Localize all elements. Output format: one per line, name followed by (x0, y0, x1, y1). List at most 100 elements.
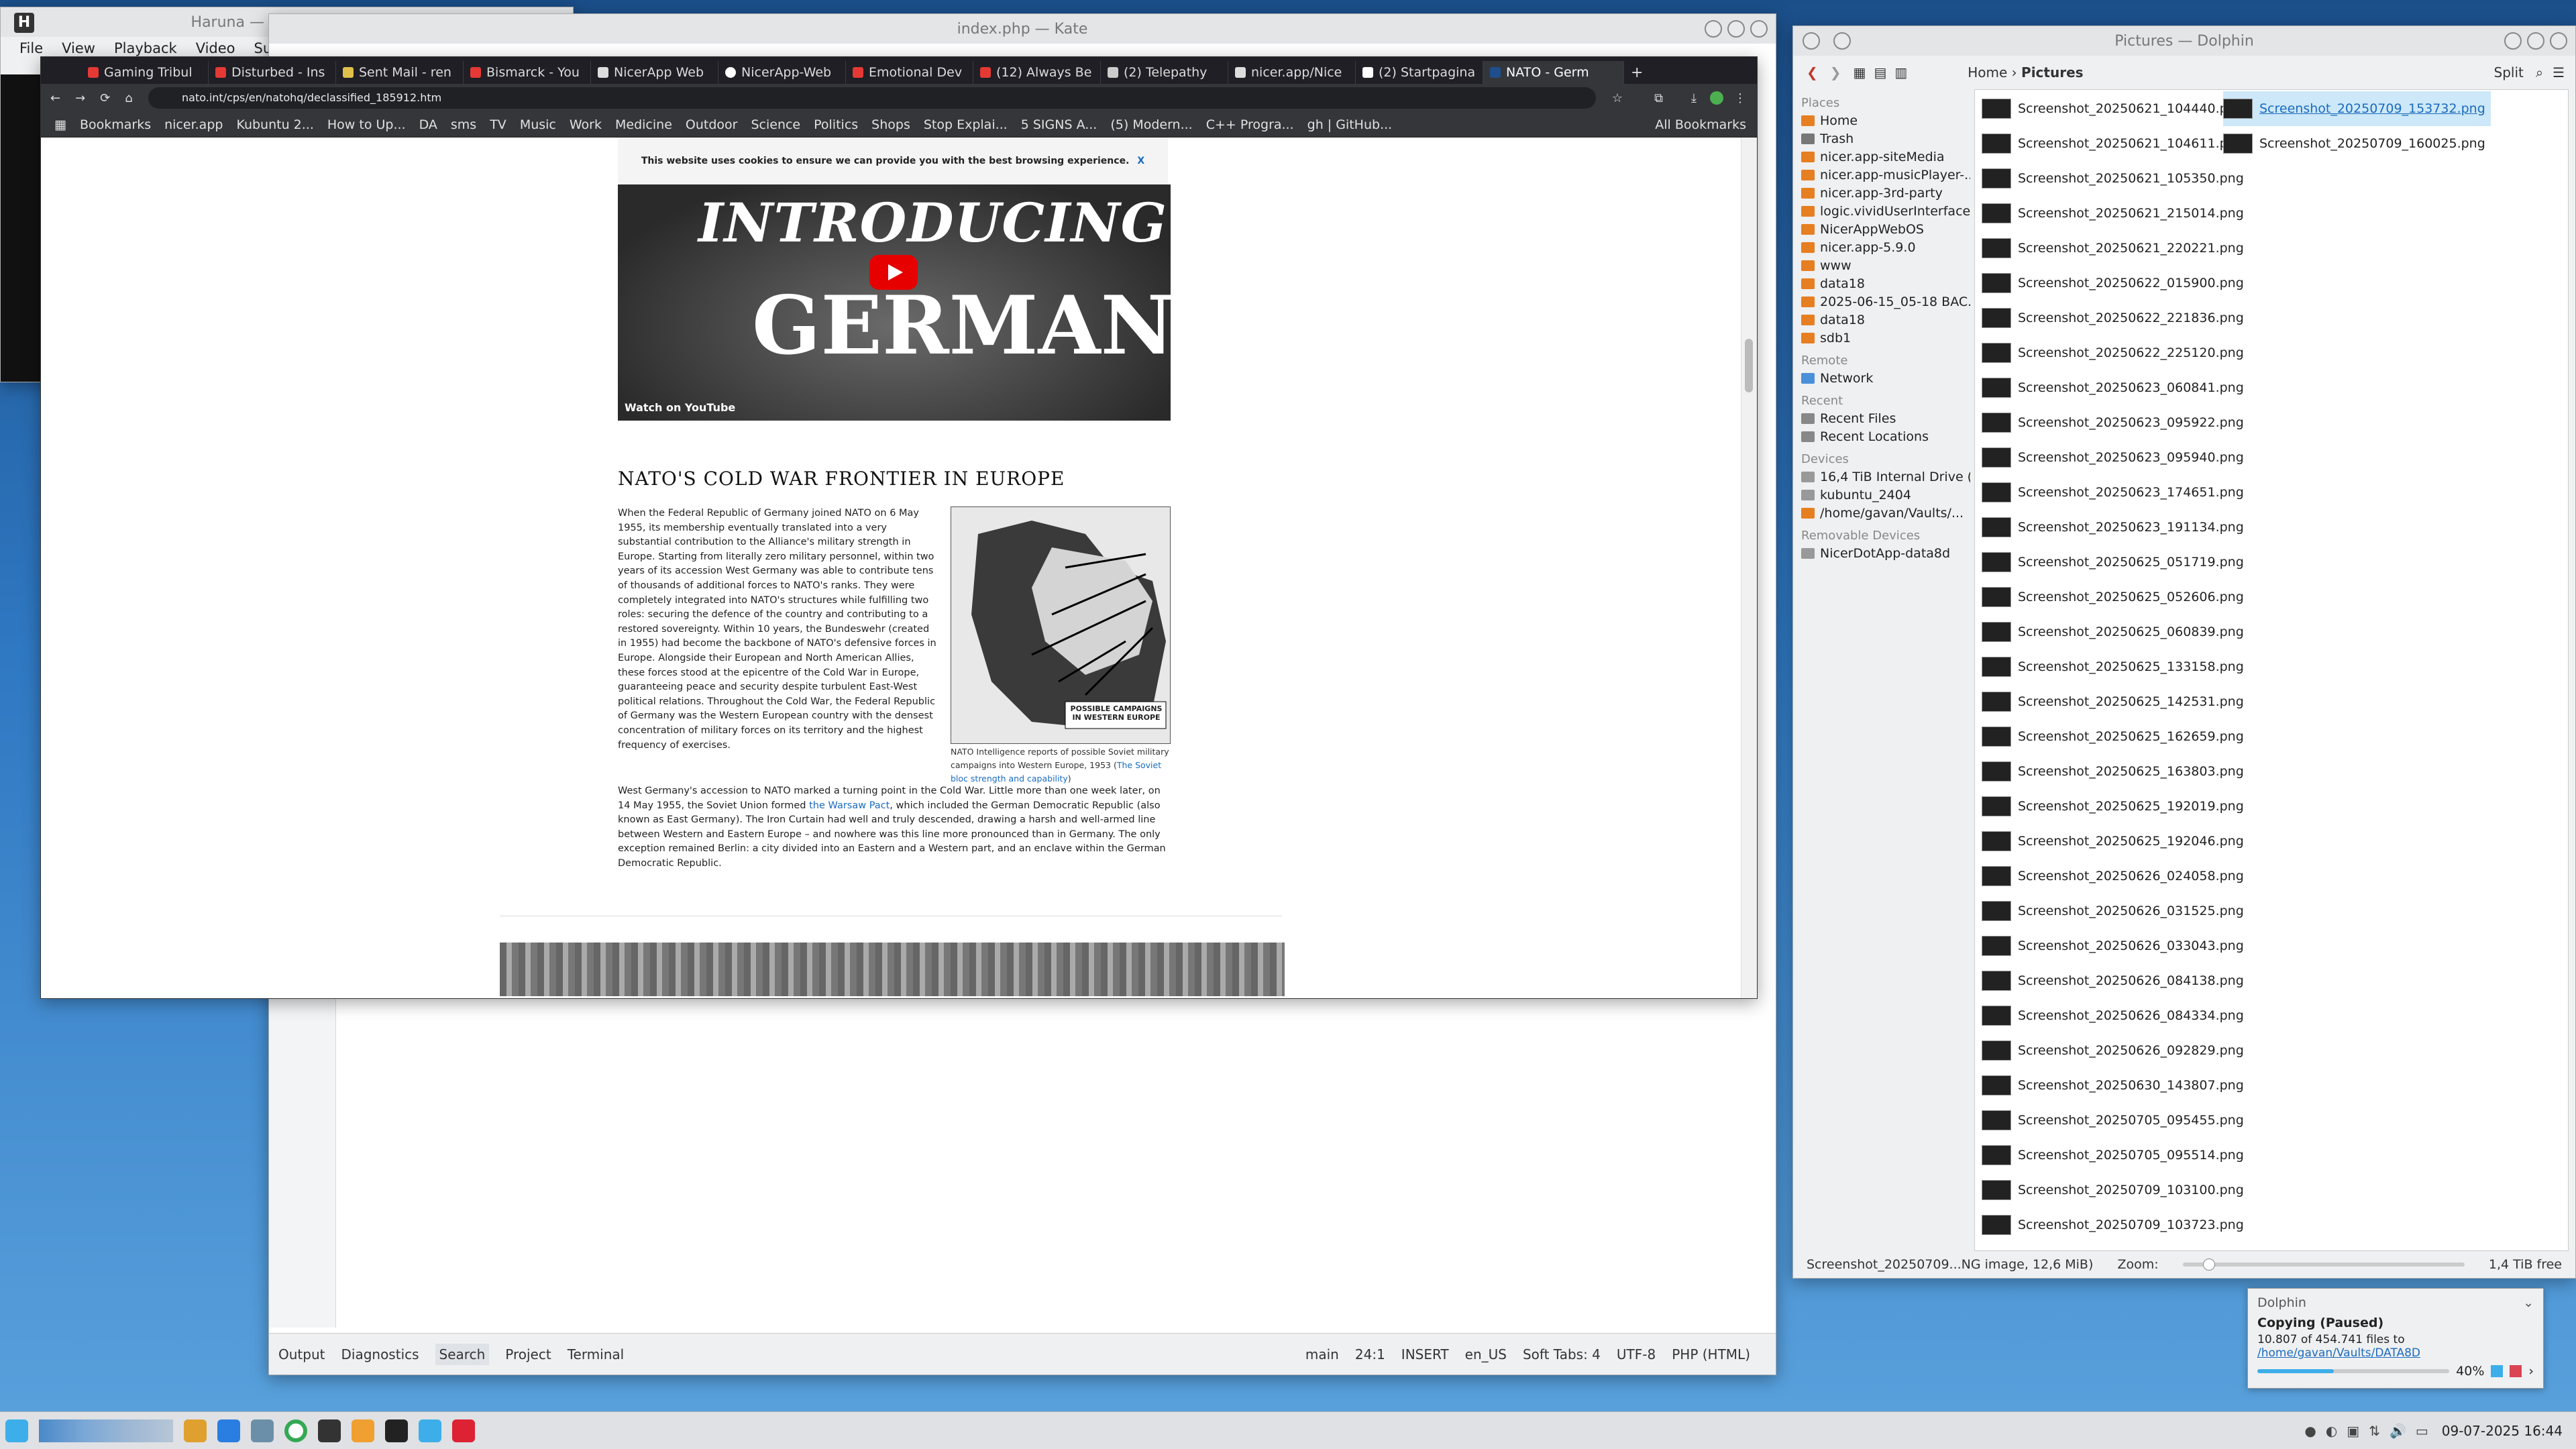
resume-icon[interactable] (2491, 1365, 2504, 1377)
menu-icon[interactable]: ⋮ (1734, 91, 1746, 105)
bookmark-item[interactable]: (5) Modern... (1110, 117, 1192, 132)
place-item[interactable]: www (1793, 256, 1970, 274)
place-item[interactable]: NicerAppWebOS (1793, 220, 1970, 238)
encoding[interactable]: UTF-8 (1617, 1346, 1656, 1362)
network-icon[interactable]: ⇅ (2369, 1423, 2380, 1439)
close-button[interactable] (2550, 32, 2567, 50)
back-icon[interactable]: ❮ (1807, 64, 1818, 80)
bookmark-folder[interactable]: TV (490, 117, 506, 132)
file-item[interactable]: Screenshot_20250626_092829.png (1982, 1033, 2244, 1068)
zoom-slider[interactable] (2182, 1258, 2465, 1271)
device-item[interactable]: 16,4 TiB Internal Drive (... (1793, 468, 1970, 486)
youtube-embed[interactable]: INTRODUCING GERMANY Watch on YouTube (618, 184, 1232, 421)
file-item[interactable]: Screenshot_20250625_142531.png (1982, 684, 2244, 719)
place-recent-locations[interactable]: Recent Locations (1793, 427, 1970, 445)
volume-icon[interactable]: 🔊 (2390, 1423, 2406, 1439)
file-item[interactable]: Screenshot_20250709_103100.png (1982, 1173, 2244, 1208)
collapse-icon[interactable]: ⌄ (2523, 1295, 2534, 1310)
extensions-icon[interactable]: ⧉ (1654, 91, 1663, 105)
file-item[interactable]: Screenshot_20250621_220221.png (1982, 231, 2244, 266)
syntax-mode[interactable]: PHP (HTML) (1672, 1346, 1750, 1362)
file-item[interactable]: Screenshot_20250625_051719.png (1982, 545, 2244, 580)
input-mode[interactable]: INSERT (1401, 1346, 1449, 1362)
pin-button[interactable] (1833, 32, 1851, 50)
forward-icon[interactable]: ❯ (1830, 64, 1841, 80)
back-icon[interactable]: ← (50, 91, 60, 105)
cursor-position[interactable]: 24:1 (1355, 1346, 1385, 1362)
watch-on-youtube[interactable]: Watch on YouTube (625, 401, 735, 414)
bookmark-folder[interactable]: Work (570, 117, 602, 132)
download-icon[interactable]: ⤓ (1691, 91, 1697, 105)
details-view-icon[interactable]: ▥ (1894, 64, 1907, 80)
breadcrumb-current[interactable]: Pictures (2021, 64, 2084, 80)
forward-icon[interactable]: → (75, 91, 85, 105)
file-item[interactable]: Screenshot_20250625_162659.png (1982, 719, 2244, 754)
file-item-selected[interactable]: Screenshot_20250709_153732.png (2223, 91, 2491, 126)
window-menu-button[interactable] (1803, 32, 1820, 50)
removable-item[interactable]: NicerDotApp-data8d (1793, 544, 1970, 562)
browser-tab[interactable]: NicerApp Web (591, 61, 718, 84)
destination-link[interactable]: /home/gavan/Vaults/DATA8D (2257, 1346, 2420, 1360)
bookmark-item[interactable]: gh | GitHub... (1307, 117, 1393, 132)
minimize-button[interactable] (1705, 20, 1722, 38)
cancel-icon[interactable] (2510, 1365, 2522, 1377)
dolphin-icon[interactable] (251, 1419, 274, 1442)
device-item[interactable]: /home/gavan/Vaults/... (1793, 504, 1970, 522)
place-item[interactable]: data18 (1793, 274, 1970, 292)
browser-tab-active[interactable]: NATO - Germ (1483, 61, 1624, 84)
file-item[interactable]: Screenshot_20250625_052606.png (1982, 580, 2244, 614)
file-item[interactable]: Screenshot_20250626_033043.png (1982, 928, 2244, 963)
browser-tab[interactable]: (12) Always Be (973, 61, 1101, 84)
page-scrollbar[interactable] (1741, 138, 1757, 998)
battery-icon[interactable]: ▭ (2416, 1423, 2428, 1439)
bookmark-folder[interactable]: Music (520, 117, 556, 132)
file-item[interactable]: Screenshot_20250709_103723.png (1982, 1208, 2244, 1242)
device-item[interactable]: kubuntu_2404 (1793, 486, 1970, 504)
place-item[interactable]: nicer.app-musicPlayer-... (1793, 166, 1970, 184)
kate-icon[interactable] (419, 1419, 441, 1442)
chrome-icon[interactable] (284, 1419, 307, 1442)
clock[interactable]: 09-07-2025 16:44 (2442, 1423, 2563, 1439)
file-item[interactable]: Screenshot_20250623_174651.png (1982, 475, 2244, 510)
app-launcher-icon[interactable] (5, 1419, 28, 1442)
browser-tab[interactable]: (2) Startpagina (1356, 61, 1483, 84)
file-item[interactable]: Screenshot_20250623_095940.png (1982, 440, 2244, 475)
file-item[interactable]: Screenshot_20250622_015900.png (1982, 266, 2244, 301)
new-tab-button[interactable]: + (1624, 61, 1651, 84)
clipboard-icon[interactable]: ▣ (2347, 1423, 2359, 1439)
discover-icon[interactable] (217, 1419, 240, 1442)
pager[interactable] (39, 1419, 173, 1442)
breadcrumb-home[interactable]: Home (1968, 64, 2007, 80)
indentation[interactable]: Soft Tabs: 4 (1523, 1346, 1601, 1362)
browser-tab[interactable]: nicer.app/Nice (1228, 61, 1356, 84)
file-item[interactable]: Screenshot_20250621_104611.png (1982, 126, 2244, 161)
place-item[interactable]: 2025-06-15_05-18 BAC... (1793, 292, 1970, 311)
place-home[interactable]: Home (1793, 111, 1970, 129)
bookmark-item[interactable]: nicer.app (164, 117, 223, 132)
file-item[interactable]: Screenshot_20250623_095922.png (1982, 405, 2244, 440)
file-item[interactable]: Screenshot_20250621_215014.png (1982, 196, 2244, 231)
tab-output[interactable]: Output (278, 1346, 325, 1362)
split-button[interactable]: Split (2494, 64, 2524, 80)
url-input[interactable]: nato.int/cps/en/natohq/declassified_1859… (148, 87, 1596, 109)
tab-search[interactable]: Search (435, 1343, 490, 1365)
details-chevron-icon[interactable]: › (2528, 1364, 2534, 1379)
place-item[interactable]: sdb1 (1793, 329, 1970, 347)
color-picker-icon[interactable] (184, 1419, 207, 1442)
file-item[interactable]: Screenshot_20250625_133158.png (1982, 649, 2244, 684)
icons-view-icon[interactable]: ▦ (1854, 64, 1866, 80)
maximize-button[interactable] (2527, 32, 2544, 50)
terminal-icon[interactable] (318, 1419, 341, 1442)
bookmark-item[interactable]: Kubuntu 2... (236, 117, 313, 132)
bookmark-item[interactable]: 5 SIGNS A... (1021, 117, 1097, 132)
apps-icon[interactable]: ▦ (54, 117, 66, 132)
scroll-thumb[interactable] (1745, 339, 1753, 392)
maximize-button[interactable] (1727, 20, 1745, 38)
tray-icon[interactable]: ◐ (2326, 1423, 2337, 1439)
place-item[interactable]: nicer.app-siteMedia (1793, 148, 1970, 166)
bookmark-item[interactable]: Bookmarks (80, 117, 151, 132)
menu-view[interactable]: View (62, 40, 95, 56)
file-item[interactable]: Screenshot_20250621_105350.png (1982, 161, 2244, 196)
file-item[interactable]: Screenshot_20250625_192019.png (1982, 789, 2244, 824)
files-icon[interactable] (352, 1419, 374, 1442)
